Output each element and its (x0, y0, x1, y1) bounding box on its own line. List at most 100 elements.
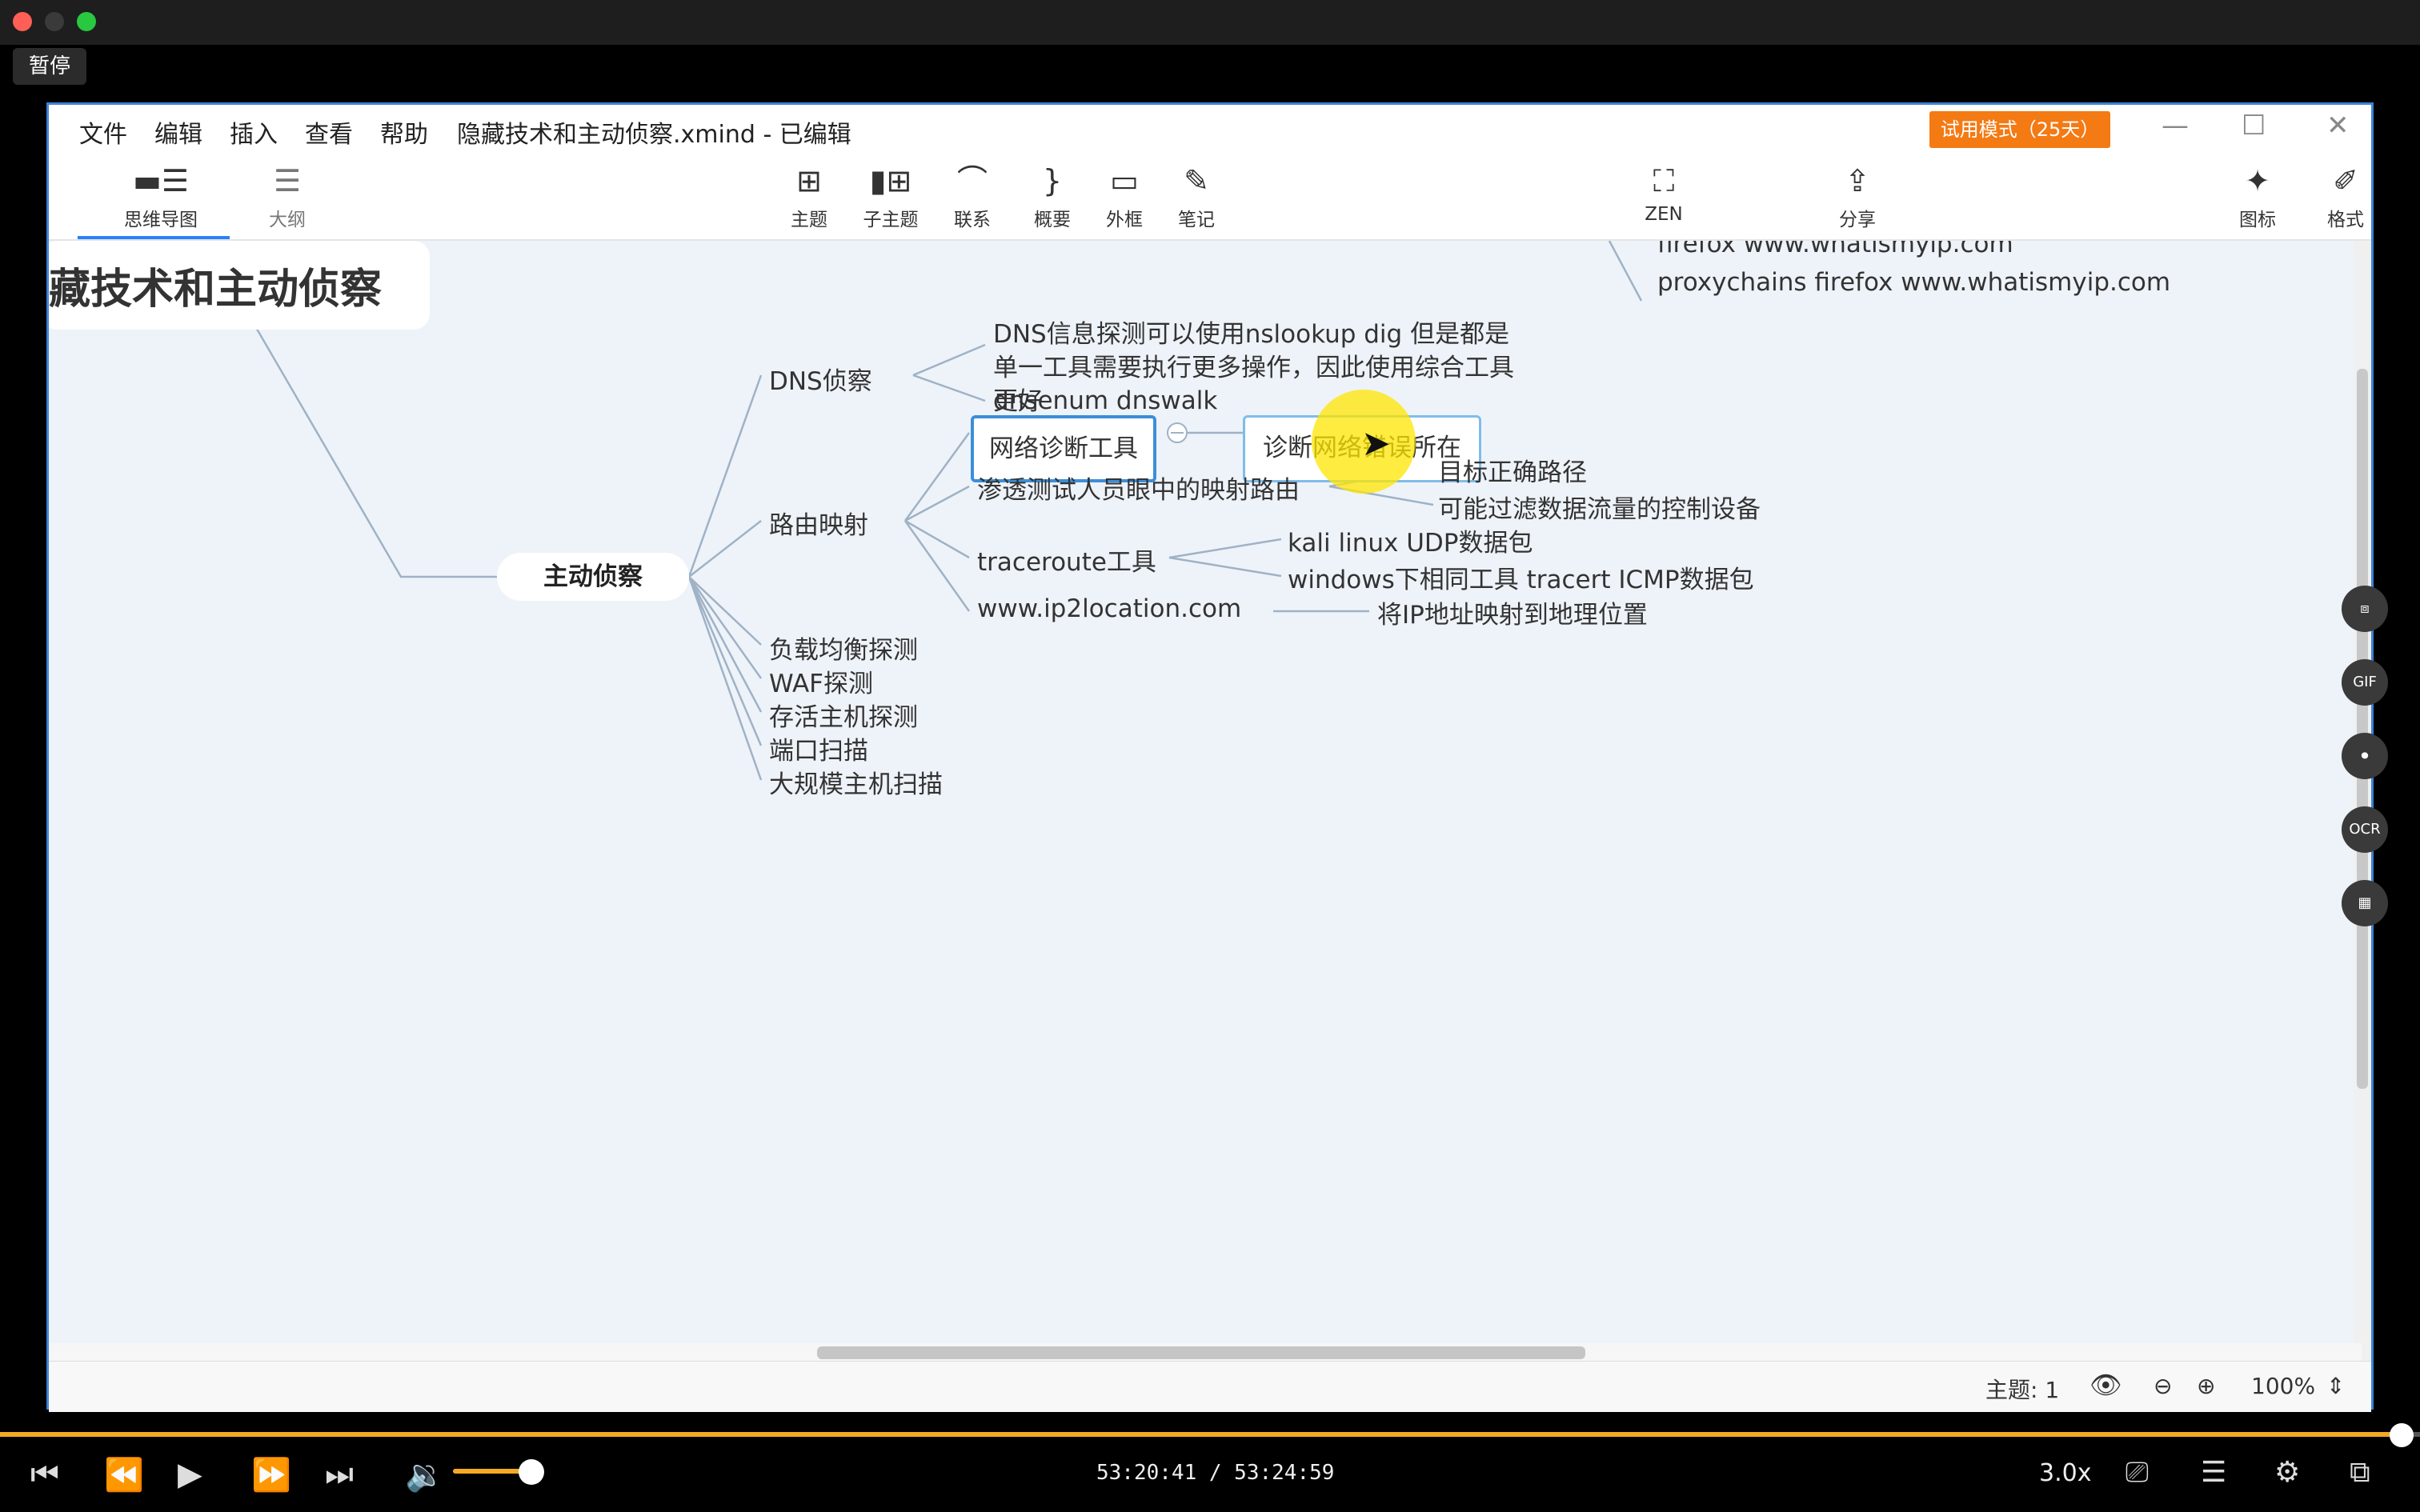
mass-scan-node[interactable]: 大规模主机扫描 (769, 764, 943, 800)
central-topic[interactable]: 主动侦察 (497, 553, 689, 601)
summary-label: 概要 (1034, 210, 1071, 230)
zen-button[interactable]: ⛶ ZEN (1624, 158, 1704, 225)
dns-recon-node[interactable]: DNS侦察 (769, 361, 872, 397)
xmind-window: 文件 编辑 插入 查看 帮助 隐藏技术和主动侦察.xmind - 已编辑 试用模… (46, 102, 2374, 1412)
horizontal-scroll-thumb[interactable] (817, 1346, 1585, 1359)
note-icon: ✎ (1184, 163, 1209, 198)
topic-icon: ⊞ (796, 163, 822, 198)
boundary-icon: ▭ (1110, 163, 1139, 198)
menu-view[interactable]: 查看 (305, 114, 353, 150)
trial-badge[interactable]: 试用模式（25天） (1929, 111, 2110, 148)
document-title: 隐藏技术和主动侦察.xmind - 已编辑 (457, 121, 851, 149)
note-button[interactable]: ✎ 笔记 (1156, 158, 1236, 231)
pip-icon[interactable]: ⧉ (2350, 1456, 2370, 1490)
format-icon: ✐ (2333, 163, 2358, 198)
ip2location-node[interactable]: www.ip2location.com (977, 594, 1241, 623)
dns-tools-node[interactable]: dnsenum dnswalk (993, 386, 1217, 415)
share-icon: ⇪ (1845, 163, 1870, 198)
skip-back-icon[interactable]: ⏮ (30, 1456, 59, 1493)
relationship-label: 联系 (954, 210, 991, 230)
fast-forward-icon[interactable]: ⏩ (251, 1456, 291, 1494)
live-host-node[interactable]: 存活主机探测 (769, 697, 918, 733)
maximize-icon[interactable]: ☐ (2242, 110, 2266, 142)
zoom-out-icon[interactable]: ⊖ (2154, 1373, 2172, 1399)
port-scan-node[interactable]: 端口扫描 (769, 730, 868, 766)
volume-icon[interactable]: 🔉 (405, 1456, 445, 1494)
record-icon[interactable]: ⏺ (2342, 733, 2388, 779)
status-bar: 主题: 1 👁 ⊖ ⊕ 100% ⇕ (49, 1361, 2371, 1412)
crop-icon[interactable]: ⧈ (2342, 586, 2388, 632)
note-label: 笔记 (1178, 210, 1215, 230)
airplay-icon[interactable]: ⎚ (2126, 1456, 2149, 1490)
volume-knob[interactable] (519, 1459, 544, 1485)
summary-icon: } (1042, 163, 1063, 198)
fragment-firefox[interactable]: firefox www.whatismyip.com (1657, 241, 2013, 258)
mac-title-bar (0, 0, 2420, 45)
menu-help[interactable]: 帮助 (380, 114, 428, 150)
traceroute-node[interactable]: traceroute工具 (977, 542, 1156, 578)
zen-icon: ⛶ (1653, 163, 1675, 198)
subtopic-icon: ▮⊞ (869, 163, 912, 198)
kali-udp-node[interactable]: kali linux UDP数据包 (1288, 522, 1533, 558)
load-balance-node[interactable]: 负载均衡探测 (769, 630, 918, 666)
filter-device-node[interactable]: 可能过滤数据流量的控制设备 (1438, 489, 1761, 525)
settings-gear-icon[interactable]: ⚙ (2274, 1456, 2300, 1489)
minimize-window-button[interactable] (45, 12, 64, 31)
pentest-route-node[interactable]: 渗透测试人员眼中的映射路由 (977, 470, 1300, 506)
progress-bar[interactable] (0, 1432, 2420, 1437)
playback-speed[interactable]: 3.0x (2039, 1459, 2091, 1487)
progress-knob[interactable] (2390, 1423, 2414, 1447)
relationship-icon: ⌒ (956, 163, 988, 198)
subtopic-button[interactable]: ▮⊞ 子主题 (851, 158, 931, 231)
boundary-label: 外框 (1106, 210, 1143, 230)
vertical-scrollbar[interactable] (2354, 241, 2371, 1361)
close-icon[interactable]: ✕ (2326, 110, 2350, 142)
ocr-button[interactable]: OCR (2342, 806, 2388, 853)
active-tab-indicator (78, 236, 230, 239)
toolbar: ▬☰ 思维导图 ☰ 大纲 ⊞ 主题 ▮⊞ 子主题 ⌒ 联系 } 概要 ▭ 外框 … (49, 153, 2371, 241)
rewind-icon[interactable]: ⏪ (104, 1456, 144, 1494)
zoom-stepper-icon[interactable]: ⇕ (2326, 1373, 2345, 1399)
close-window-button[interactable] (13, 12, 32, 31)
horizontal-scrollbar[interactable] (49, 1343, 2362, 1361)
tab-outline[interactable]: ☰ 大纲 (247, 158, 327, 231)
ip-geo-node[interactable]: 将IP地址映射到地理位置 (1377, 594, 1648, 630)
vertical-scroll-thumb[interactable] (2357, 369, 2368, 1089)
play-icon[interactable]: ▶ (178, 1456, 202, 1493)
subtopic-label: 子主题 (863, 210, 919, 230)
format-button[interactable]: ✐ 格式 (2306, 158, 2386, 231)
correct-path-node[interactable]: 目标正确路径 (1438, 452, 1587, 488)
progress-fill (0, 1432, 2393, 1437)
outline-icon: ☰ (273, 163, 302, 198)
minimize-icon[interactable]: — (2162, 110, 2189, 142)
mouse-cursor-icon: ➤ (1361, 423, 1391, 464)
pause-tooltip: 暂停 (13, 48, 87, 85)
waf-node[interactable]: WAF探测 (769, 663, 873, 699)
summary-button[interactable]: } 概要 (1012, 158, 1092, 231)
relationship-button[interactable]: ⌒ 联系 (932, 158, 1012, 231)
menu-file[interactable]: 文件 (79, 114, 127, 150)
topic-label: 主题 (791, 210, 827, 230)
layout-icon[interactable]: ▦ (2342, 880, 2388, 926)
time-display: 53:20:41 / 53:24:59 (1096, 1461, 1335, 1485)
zoom-in-icon[interactable]: ⊕ (2197, 1373, 2215, 1399)
root-topic[interactable]: 藏技术和主动侦察 (49, 241, 431, 330)
topic-button[interactable]: ⊞ 主题 (769, 158, 849, 231)
zoom-level[interactable]: 100% (2251, 1373, 2315, 1399)
fragment-proxychains[interactable]: proxychains firefox www.whatismyip.com (1657, 268, 2170, 297)
zoom-window-button[interactable] (77, 12, 96, 31)
windows-tracert-node[interactable]: windows下相同工具 tracert ICMP数据包 (1288, 559, 1754, 595)
skip-forward-icon[interactable]: ⏭ (325, 1456, 354, 1493)
gif-button[interactable]: GIF (2342, 659, 2388, 706)
mindmap-canvas[interactable]: 藏技术和主动侦察 firefox www.whatismyip.com prox… (49, 241, 2362, 1361)
menu-bar: 文件 编辑 插入 查看 帮助 隐藏技术和主动侦察.xmind - 已编辑 试用模… (49, 105, 2371, 153)
eye-icon[interactable]: 👁 (2089, 1370, 2122, 1400)
subtitles-icon[interactable]: ☰ (2201, 1456, 2226, 1489)
route-map-node[interactable]: 路由映射 (769, 505, 868, 541)
icons-button[interactable]: ✦ 图标 (2218, 158, 2298, 231)
tab-mindmap[interactable]: ▬☰ 思维导图 (105, 158, 217, 231)
boundary-button[interactable]: ▭ 外框 (1084, 158, 1164, 231)
menu-edit[interactable]: 编辑 (154, 114, 202, 150)
menu-insert[interactable]: 插入 (230, 114, 278, 150)
share-button[interactable]: ⇪ 分享 (1817, 158, 1897, 231)
